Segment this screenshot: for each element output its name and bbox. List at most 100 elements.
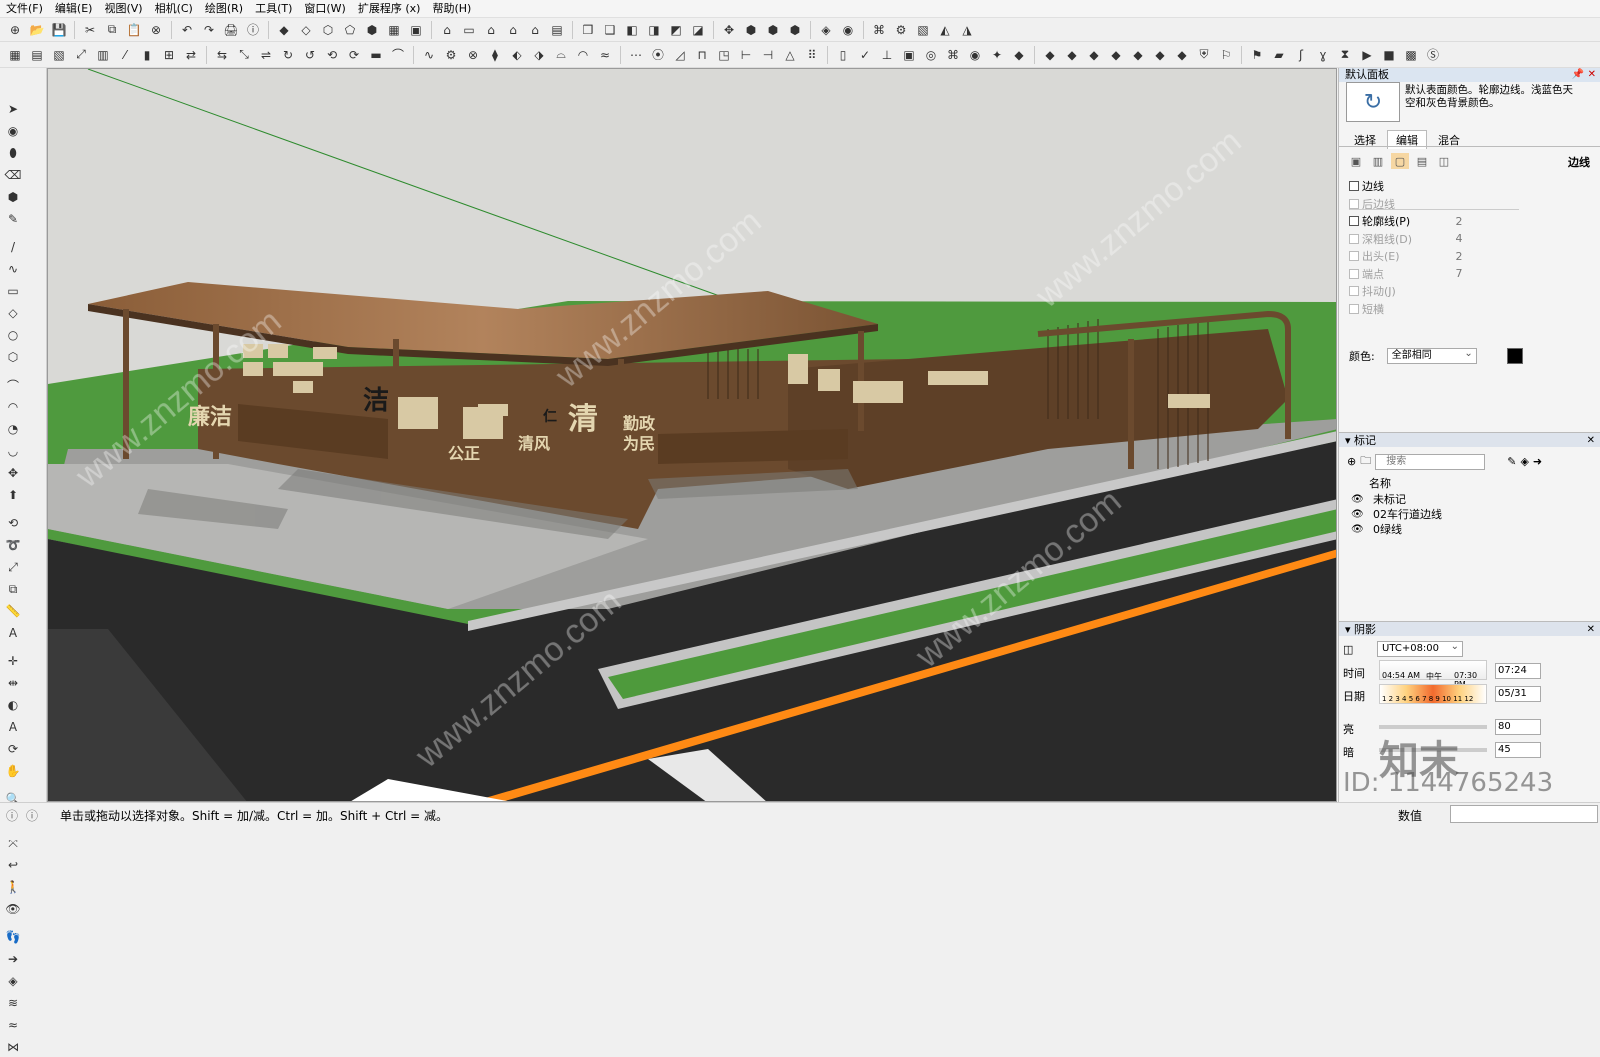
undo-icon[interactable]: ↶: [177, 20, 197, 40]
face-settings-icon[interactable]: ▥: [1369, 153, 1387, 169]
extension-tool-icon[interactable]: ◳: [714, 45, 734, 65]
pin-icon[interactable]: 📌: [1572, 68, 1584, 82]
iso-view-icon[interactable]: ⌂: [437, 20, 457, 40]
edge-color-swatch[interactable]: [1506, 348, 1523, 364]
watermark-settings-icon[interactable]: ▤: [1413, 153, 1431, 169]
rotate-icon[interactable]: ⟲: [3, 513, 23, 533]
wireframe-icon[interactable]: ⬡: [318, 20, 338, 40]
sandbox2-icon[interactable]: ≈: [3, 1015, 23, 1035]
measurements-input[interactable]: [1450, 805, 1598, 823]
extension-tool-icon[interactable]: ⌓: [551, 45, 571, 65]
rectangle-icon[interactable]: ▭: [3, 281, 23, 301]
extension-tool-icon[interactable]: ⌘: [943, 45, 963, 65]
line-icon[interactable]: /: [3, 237, 23, 257]
date-slider[interactable]: 1 2 3 4 5 6 7 8 9 10 11 12: [1379, 684, 1487, 704]
warehouse-icon[interactable]: ⌘: [869, 20, 889, 40]
extension-icon[interactable]: ⚙: [891, 20, 911, 40]
shaded-icon[interactable]: ⬢: [362, 20, 382, 40]
menu-item-0[interactable]: 文件(F): [0, 0, 49, 18]
previous-icon[interactable]: ↩: [3, 855, 23, 875]
pencil-icon[interactable]: ✎: [1507, 455, 1516, 468]
close-icon[interactable]: ✕: [1587, 622, 1595, 637]
edge-option-row[interactable]: 出头(E) 2: [1349, 248, 1529, 264]
extension-tool-icon[interactable]: ◆: [1172, 45, 1192, 65]
tape-icon[interactable]: ✎: [3, 209, 23, 229]
component-icon[interactable]: ❒: [578, 20, 598, 40]
back-edges-icon[interactable]: ◇: [296, 20, 316, 40]
extension-tool-icon[interactable]: ⧗: [1335, 45, 1355, 65]
dimension-icon[interactable]: ⇹: [3, 673, 23, 693]
solid-subtract-icon[interactable]: ◨: [644, 20, 664, 40]
edge-settings-icon[interactable]: ▣: [1347, 153, 1365, 169]
extension-tool-icon[interactable]: ◆: [1040, 45, 1060, 65]
edge-option-row[interactable]: 边线: [1349, 178, 1529, 194]
dark-value-input[interactable]: 45: [1495, 742, 1541, 758]
offset-icon[interactable]: ⧉: [3, 579, 23, 599]
extension-tool-icon[interactable]: ▤: [27, 45, 47, 65]
menu-item-5[interactable]: 工具(T): [249, 0, 298, 18]
edge-option-row[interactable]: 抖动(J): [1349, 283, 1529, 299]
extension-tool-icon[interactable]: ⊥: [877, 45, 897, 65]
close-icon[interactable]: ✕: [1588, 68, 1596, 82]
walk-icon[interactable]: 🚶: [3, 877, 23, 897]
extension-tool-icon[interactable]: ⦿: [648, 45, 668, 65]
arc2-icon[interactable]: ◠: [3, 397, 23, 417]
extension-tool-icon[interactable]: ▰: [1269, 45, 1289, 65]
tag-search-input[interactable]: 搜索: [1375, 453, 1486, 470]
extension-tool-icon[interactable]: ◿: [670, 45, 690, 65]
extension-tool-icon[interactable]: ⚑: [1247, 45, 1267, 65]
cube-select-icon[interactable]: ⬢: [763, 20, 783, 40]
edge-option-row[interactable]: 短横: [1349, 301, 1529, 317]
extension-tool-icon[interactable]: ▥: [93, 45, 113, 65]
extension-tool-icon[interactable]: ⇄: [181, 45, 201, 65]
background-settings-icon[interactable]: ▢: [1391, 153, 1409, 169]
close-icon[interactable]: ✕: [1587, 433, 1595, 448]
color-select[interactable]: 全部相同: [1386, 347, 1477, 364]
extension-tool-icon[interactable]: ⌒: [388, 45, 408, 65]
extension-tool-icon[interactable]: ⚙: [441, 45, 461, 65]
eraser-icon[interactable]: ⌫: [3, 165, 23, 185]
light-value-input[interactable]: 80: [1495, 719, 1541, 735]
extension-tool-icon[interactable]: ⚐: [1216, 45, 1236, 65]
open-folder-icon[interactable]: 📂: [27, 20, 47, 40]
edge-option-row[interactable]: 深粗线(D) 4: [1349, 231, 1529, 247]
extension-tool-icon[interactable]: Ⓢ: [1423, 45, 1443, 65]
visibility-eye-icon[interactable]: 👁: [1351, 509, 1364, 520]
edge-option-value[interactable]: 4: [1449, 232, 1469, 245]
extension-tool-icon[interactable]: ◆: [1150, 45, 1170, 65]
shadow-section-header[interactable]: ▾ 阴影 ✕: [1339, 621, 1600, 636]
sandbox-icon[interactable]: ≋: [3, 993, 23, 1013]
extension-tool-icon[interactable]: △: [780, 45, 800, 65]
edge-checkbox[interactable]: [1349, 303, 1359, 314]
style-thumbnail[interactable]: ↻: [1346, 82, 1400, 122]
position-camera-icon[interactable]: ➔: [3, 949, 23, 969]
extension-tool-icon[interactable]: ⧫: [485, 45, 505, 65]
extension-tool-icon[interactable]: ∿: [419, 45, 439, 65]
menu-item-1[interactable]: 编辑(E): [49, 0, 99, 18]
paste-icon[interactable]: 📋: [124, 20, 144, 40]
layout-icon[interactable]: ▧: [913, 20, 933, 40]
left-view-icon[interactable]: ▤: [547, 20, 567, 40]
extension-tool-icon[interactable]: ◉: [965, 45, 985, 65]
copy-icon[interactable]: ⧉: [102, 20, 122, 40]
cube-shade-icon[interactable]: ⬢: [785, 20, 805, 40]
edge-checkbox[interactable]: [1349, 286, 1359, 296]
component-icon[interactable]: ⬢: [3, 187, 23, 207]
scene-canvas[interactable]: 廉洁 洁 清 勤政 为民 公正 清风 仁 www.znzmo.com www.z…: [48, 69, 1337, 802]
orbit-icon[interactable]: ⟳: [3, 739, 23, 759]
extension-tool-icon[interactable]: ✦: [987, 45, 1007, 65]
footprint-icon[interactable]: 👣: [3, 927, 23, 947]
look-around-icon[interactable]: 👁: [3, 899, 23, 919]
extension-tool-icon[interactable]: ⋯: [626, 45, 646, 65]
extension-tool-icon[interactable]: ▮: [137, 45, 157, 65]
model-info-icon[interactable]: ⓘ: [243, 20, 263, 40]
cube-blue-icon[interactable]: ⬢: [741, 20, 761, 40]
new-file-icon[interactable]: ⊕: [5, 20, 25, 40]
extension-tool-icon[interactable]: ⊓: [692, 45, 712, 65]
edge-checkbox[interactable]: [1349, 233, 1359, 244]
textured-icon[interactable]: ▦: [384, 20, 404, 40]
extension-tool-icon[interactable]: ⁄: [115, 45, 135, 65]
modeling-settings-icon[interactable]: ◫: [1435, 153, 1453, 169]
extension-tool-icon[interactable]: ▧: [49, 45, 69, 65]
extension-tool-icon[interactable]: ▩: [1401, 45, 1421, 65]
